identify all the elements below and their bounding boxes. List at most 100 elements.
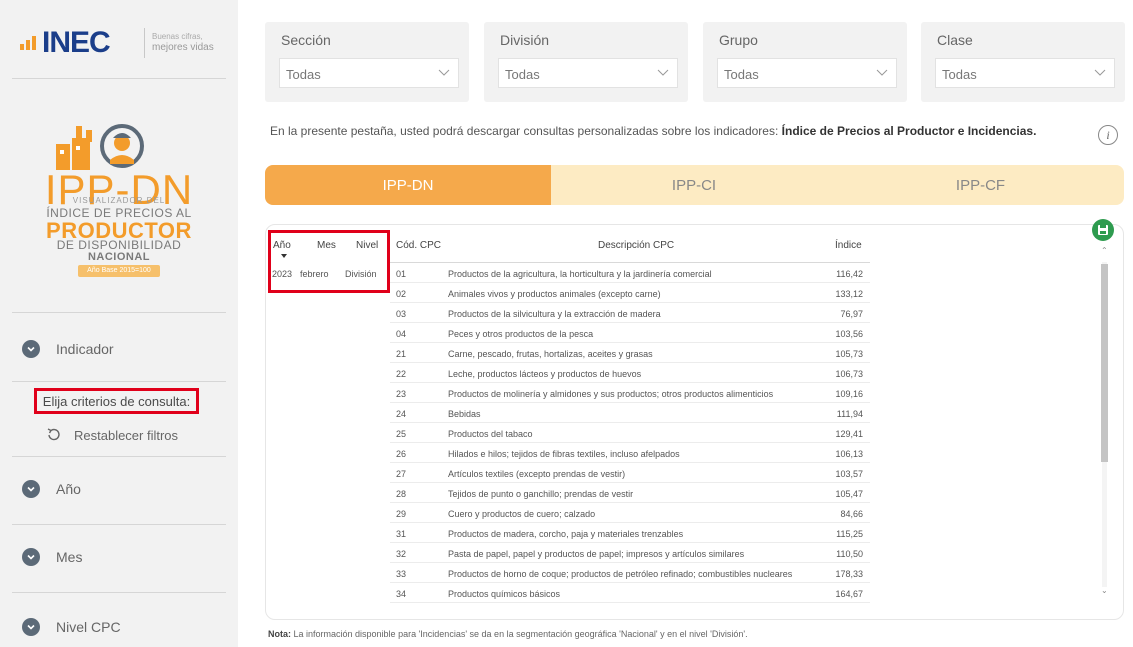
filter-seccion: Sección Todas — [265, 22, 469, 102]
sidebar-item-label: Año — [56, 481, 81, 497]
table-row[interactable]: 32 Pasta de papel, papel y productos de p… — [390, 544, 870, 563]
cell-code: 02 — [396, 289, 407, 299]
seccion-dropdown[interactable]: Todas — [279, 58, 459, 88]
reset-icon — [47, 428, 60, 441]
sidebar-item-label: Mes — [56, 549, 83, 565]
dropdown-value: Todas — [286, 67, 321, 82]
cell-code: 28 — [396, 489, 407, 499]
cell-index: 164,67 — [835, 589, 863, 599]
tab-ipp-dn[interactable]: IPP-DN — [265, 165, 551, 205]
highlight-box — [268, 230, 390, 293]
dropdown-value: Todas — [505, 67, 540, 82]
cell-description: Productos de horno de coque; productos d… — [448, 569, 793, 579]
scroll-up-icon[interactable]: ⌃ — [1101, 246, 1108, 255]
cell-description: Hilados e hilos; tejidos de fibras texti… — [448, 449, 680, 459]
cell-index: 103,57 — [835, 469, 863, 479]
table-row[interactable]: 01 Productos de la agricultura, la hortic… — [390, 264, 870, 283]
filter-label: Grupo — [719, 32, 758, 48]
cell-index: 105,47 — [835, 489, 863, 499]
cell-description: Productos de madera, corcho, paja y mate… — [448, 529, 684, 539]
table-row[interactable]: 29 Cuero y productos de cuero; calzado 84,… — [390, 504, 870, 523]
sidebar-item-indicador[interactable]: Indicador — [22, 334, 114, 364]
cell-index: 106,13 — [835, 449, 863, 459]
filter-label: División — [500, 32, 550, 48]
cell-code: 25 — [396, 429, 407, 439]
table-row[interactable]: 25 Productos del tabaco 129,41 — [390, 424, 870, 443]
table-row[interactable]: 26 Hilados e hilos; tejidos de fibras tex… — [390, 444, 870, 463]
chevron-down-icon — [1094, 69, 1106, 76]
table-scrollbar[interactable]: ⌃ ⌄ — [1100, 244, 1109, 599]
table-row[interactable]: 21 Carne, pescado, frutas, hortalizas, ac… — [390, 344, 870, 363]
cell-description: Productos de la silvicultura y la extrac… — [448, 309, 661, 319]
cell-code: 23 — [396, 389, 407, 399]
logo-tagline-1: Buenas cifras, — [152, 32, 203, 41]
table-row[interactable]: 24 Bebidas 111,94 — [390, 404, 870, 423]
cell-index: 106,73 — [835, 369, 863, 379]
table-row[interactable]: 22 Leche, productos lácteos y productos d… — [390, 364, 870, 383]
logo-brand: INEC — [42, 26, 111, 59]
cell-index: 109,16 — [835, 389, 863, 399]
filter-clase: Clase Todas — [921, 22, 1125, 102]
filter-division: División Todas — [484, 22, 688, 102]
info-icon[interactable]: i — [1098, 125, 1118, 145]
cell-index: 115,25 — [836, 529, 863, 539]
cell-description: Artículos textiles (excepto prendas de v… — [448, 469, 626, 479]
scrollbar-thumb[interactable] — [1101, 264, 1108, 462]
cell-description: Bebidas — [448, 409, 481, 419]
dropdown-value: Todas — [942, 67, 977, 82]
column-header-codigo[interactable]: Cód. CPC — [396, 240, 441, 262]
cell-code: 03 — [396, 309, 407, 319]
grupo-dropdown[interactable]: Todas — [717, 58, 897, 88]
sidebar-item-nivel-cpc[interactable]: Nivel CPC — [22, 612, 121, 642]
table-row[interactable]: 34 Productos químicos básicos 164,67 — [390, 584, 870, 603]
cell-code: 32 — [396, 549, 407, 559]
bars-icon — [20, 34, 42, 50]
sidebar-item-label: Nivel CPC — [56, 619, 121, 635]
cell-code: 27 — [396, 469, 407, 479]
reset-filters-button[interactable]: Restablecer filtros — [46, 424, 178, 446]
table-row[interactable]: 23 Productos de molinería y almidones y s… — [390, 384, 870, 403]
cell-description: Leche, productos lácteos y productos de … — [448, 369, 642, 379]
clase-dropdown[interactable]: Todas — [935, 58, 1115, 88]
cell-index: 178,33 — [835, 569, 863, 579]
cell-code: 21 — [396, 349, 407, 359]
table-row[interactable]: 31 Productos de madera, corcho, paja y ma… — [390, 524, 870, 543]
tab-ipp-ci[interactable]: IPP-CI — [551, 165, 837, 205]
table-row[interactable]: 04 Peces y otros productos de la pesca 103… — [390, 324, 870, 343]
cell-index: 116,42 — [836, 269, 863, 279]
sidebar-item-anio[interactable]: Año — [22, 474, 81, 504]
filter-label: Sección — [281, 32, 331, 48]
chevron-down-icon — [438, 69, 450, 76]
intro-indicators: Índice de Precios al Productor e Inciden… — [781, 124, 1037, 138]
table-row[interactable]: 33 Productos de horno de coque; productos… — [390, 564, 870, 583]
cell-description: Productos químicos básicos — [448, 589, 561, 599]
cell-index: 84,66 — [840, 509, 863, 519]
cell-description: Carne, pescado, frutas, hortalizas, acei… — [448, 349, 653, 359]
column-header-descripcion[interactable]: Descripción CPC — [598, 240, 674, 262]
reset-filters-label: Restablecer filtros — [74, 427, 179, 443]
visualizer-line-5: NACIONAL — [87, 251, 151, 263]
cell-description: Pasta de papel, papel y productos de pap… — [448, 549, 745, 559]
cell-description: Peces y otros productos de la pesca — [448, 329, 594, 339]
division-dropdown[interactable]: Todas — [498, 58, 678, 88]
cell-description: Cuero y productos de cuero; calzado — [448, 509, 596, 519]
criteria-label: Elija criterios de consulta: — [34, 388, 199, 414]
sidebar-item-mes[interactable]: Mes — [22, 542, 82, 572]
table-row[interactable]: 03 Productos de la silvicultura y la extr… — [390, 304, 870, 323]
base-year-badge: Año Base 2015=100 — [78, 265, 160, 277]
table-row[interactable]: 02 Animales vivos y productos animales (e… — [390, 284, 870, 303]
cell-description: Tejidos de punto o ganchillo; prendas de… — [448, 489, 634, 499]
save-icon[interactable] — [1092, 219, 1114, 241]
visualizer-line-1: VISUALIZADOR DEL — [72, 196, 166, 205]
cell-index: 76,97 — [840, 309, 863, 319]
chevron-down-icon — [22, 548, 40, 566]
visualizer-line-4: DE DISPONIBILIDAD — [56, 238, 182, 252]
column-header-indice[interactable]: Índice — [835, 240, 862, 262]
scroll-down-icon[interactable]: ⌄ — [1101, 586, 1108, 595]
chevron-down-icon — [657, 69, 669, 76]
tab-ipp-cf[interactable]: IPP-CF — [837, 165, 1124, 205]
cell-index: 110,50 — [836, 549, 863, 559]
cell-code: 01 — [396, 269, 407, 279]
table-row[interactable]: 28 Tejidos de punto o ganchillo; prendas … — [390, 484, 870, 503]
table-row[interactable]: 27 Artículos textiles (excepto prendas de… — [390, 464, 870, 483]
